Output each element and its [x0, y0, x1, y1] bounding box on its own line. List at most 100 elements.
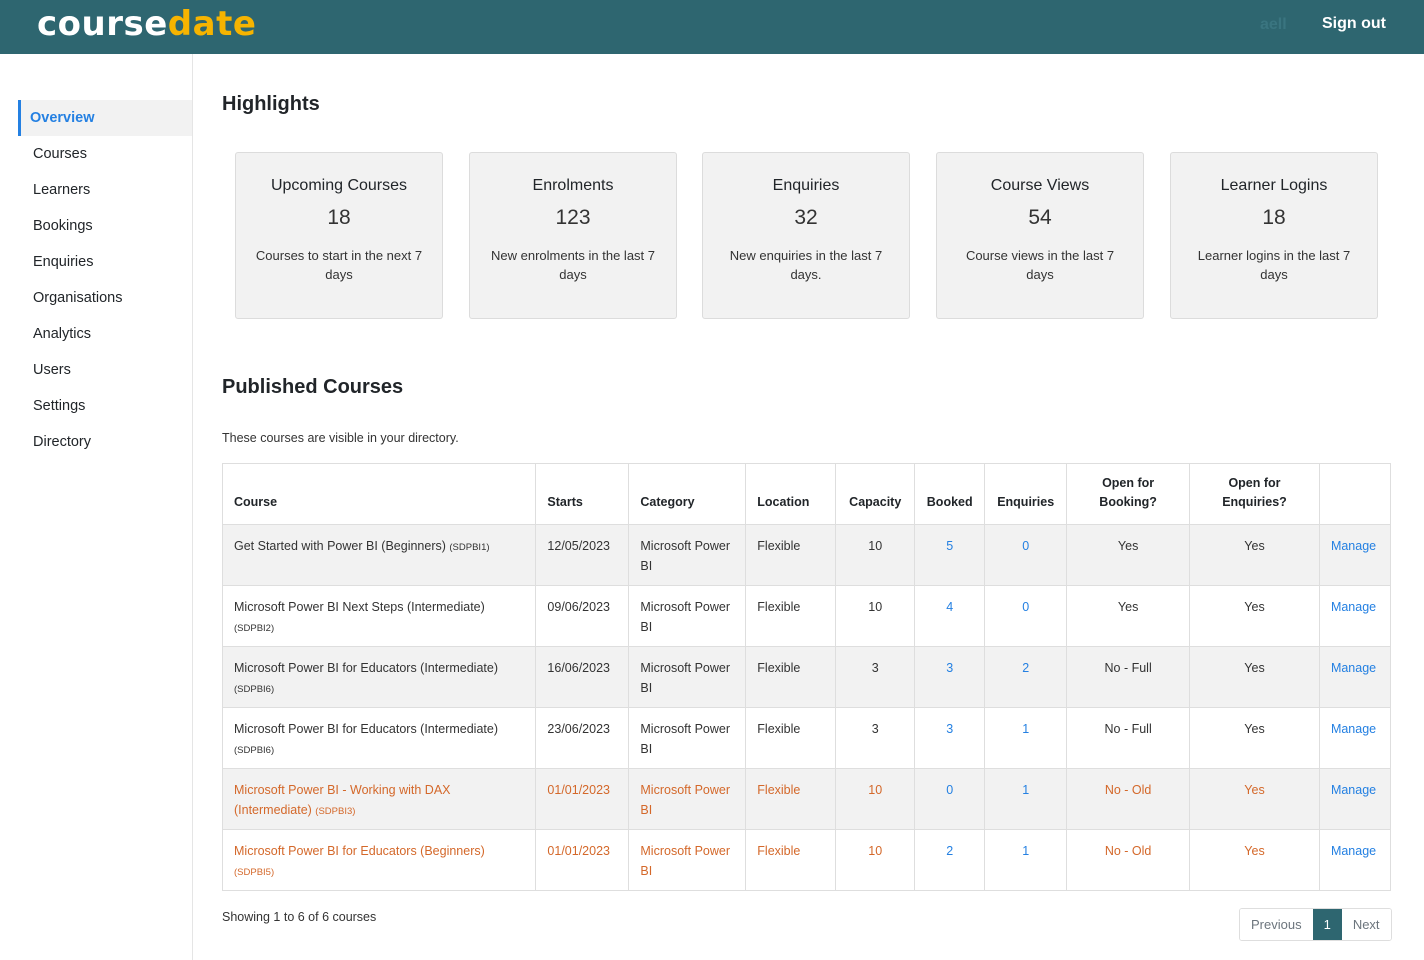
- col-header-booked[interactable]: Booked: [914, 463, 986, 525]
- cell-enquiries: 2: [984, 646, 1068, 708]
- card-description: New enrolments in the last 7 days: [490, 248, 656, 282]
- sidebar-item-organisations[interactable]: Organisations: [18, 280, 192, 316]
- card-value: 54: [1028, 206, 1052, 229]
- col-header-location[interactable]: Location: [745, 463, 837, 525]
- card-title: Course Views: [990, 177, 1090, 194]
- cell-category: Microsoft Power BI: [628, 585, 747, 647]
- sidebar-item-directory[interactable]: Directory: [18, 424, 192, 460]
- card-value: 18: [1262, 206, 1286, 229]
- card-upcoming-courses: Upcoming Courses 18 Courses to start in …: [235, 152, 443, 319]
- booked-link[interactable]: 2: [946, 844, 953, 858]
- cell-enquiries: 1: [984, 707, 1068, 769]
- cell-capacity: 10: [835, 524, 916, 586]
- col-header-course[interactable]: Course: [221, 463, 537, 525]
- course-code: (SDPBI3): [315, 805, 356, 817]
- cell-capacity: 10: [835, 585, 916, 647]
- cell-booked: 5: [914, 524, 986, 586]
- sidebar-item-analytics[interactable]: Analytics: [18, 316, 192, 352]
- table-row: Microsoft Power BI for Educators (Interm…: [221, 707, 1392, 769]
- col-header-open-enquiries[interactable]: Open for Enquiries?: [1189, 463, 1320, 525]
- booked-link[interactable]: 5: [946, 539, 953, 553]
- manage-link[interactable]: Manage: [1331, 600, 1376, 614]
- table-row: Microsoft Power BI - Working with DAX (I…: [221, 768, 1392, 830]
- enquiries-link[interactable]: 1: [1022, 783, 1029, 797]
- enquiries-link[interactable]: 1: [1022, 844, 1029, 858]
- sign-out-link[interactable]: Sign out: [1322, 15, 1386, 33]
- sidebar-item-bookings[interactable]: Bookings: [18, 208, 192, 244]
- course-code: (SDPBI6): [234, 683, 275, 695]
- manage-link[interactable]: Manage: [1331, 783, 1376, 797]
- booked-link[interactable]: 0: [946, 783, 953, 797]
- enquiries-link[interactable]: 1: [1022, 722, 1029, 736]
- card-title: Upcoming Courses: [270, 177, 408, 194]
- cell-capacity: 3: [835, 646, 916, 708]
- cell-actions: Manage: [1318, 768, 1392, 830]
- col-header-actions: [1318, 463, 1392, 525]
- cell-open-enquiries: Yes: [1189, 829, 1320, 891]
- sidebar-item-enquiries[interactable]: Enquiries: [18, 244, 192, 280]
- course-name: Microsoft Power BI for Educators (Beginn…: [234, 844, 485, 858]
- enquiries-link[interactable]: 0: [1022, 600, 1029, 614]
- card-learner-logins: Learner Logins 18 Learner logins in the …: [1170, 152, 1378, 319]
- card-value: 123: [555, 206, 591, 229]
- card-enrolments: Enrolments 123 New enrolments in the las…: [469, 152, 677, 319]
- pagination-page-1[interactable]: 1: [1312, 909, 1342, 940]
- booked-link[interactable]: 3: [946, 722, 953, 736]
- sidebar-item-courses[interactable]: Courses: [18, 136, 192, 172]
- logo[interactable]: coursedate: [37, 4, 256, 44]
- col-header-enquiries[interactable]: Enquiries: [984, 463, 1068, 525]
- card-value: 32: [794, 206, 818, 229]
- table-info: Showing 1 to 6 of 6 courses: [222, 910, 377, 924]
- cell-course: Get Started with Power BI (Beginners) (S…: [221, 524, 537, 586]
- cell-actions: Manage: [1318, 829, 1392, 891]
- card-enquiries: Enquiries 32 New enquiries in the last 7…: [702, 152, 910, 319]
- col-header-starts[interactable]: Starts: [535, 463, 630, 525]
- cell-location: Flexible: [745, 707, 837, 769]
- col-header-open-booking[interactable]: Open for Booking?: [1066, 463, 1191, 525]
- col-header-category[interactable]: Category: [628, 463, 747, 525]
- cell-course: Microsoft Power BI Next Steps (Intermedi…: [221, 585, 537, 647]
- table-row: Microsoft Power BI for Educators (Beginn…: [221, 829, 1392, 891]
- card-course-views: Course Views 54 Course views in the last…: [936, 152, 1144, 319]
- cell-actions: Manage: [1318, 524, 1392, 586]
- sidebar-nav: Overview Courses Learners Bookings Enqui…: [18, 100, 192, 460]
- enquiries-link[interactable]: 0: [1022, 539, 1029, 553]
- cell-starts: 16/06/2023: [535, 646, 630, 708]
- course-name: Get Started with Power BI (Beginners): [234, 539, 446, 553]
- sidebar-item-users[interactable]: Users: [18, 352, 192, 388]
- cell-booked: 0: [914, 768, 986, 830]
- card-description: New enquiries in the last 7 days.: [729, 248, 883, 282]
- booked-link[interactable]: 3: [946, 661, 953, 675]
- course-name: Microsoft Power BI Next Steps (Intermedi…: [234, 600, 485, 614]
- course-code: (SDPBI6): [234, 744, 275, 756]
- manage-link[interactable]: Manage: [1331, 722, 1376, 736]
- card-value: 18: [327, 206, 351, 229]
- course-code: (SDPBI5): [234, 866, 275, 878]
- cell-open-enquiries: Yes: [1189, 768, 1320, 830]
- manage-link[interactable]: Manage: [1331, 844, 1376, 858]
- col-header-capacity[interactable]: Capacity: [835, 463, 916, 525]
- pagination: Previous 1 Next: [1239, 908, 1392, 941]
- table-row: Microsoft Power BI for Educators (Interm…: [221, 646, 1392, 708]
- highlight-cards: Upcoming Courses 18 Courses to start in …: [235, 152, 1378, 319]
- enquiries-link[interactable]: 2: [1022, 661, 1029, 675]
- sidebar-item-overview[interactable]: Overview: [18, 100, 192, 136]
- pagination-previous[interactable]: Previous: [1240, 909, 1313, 940]
- published-courses-table: Course Starts Category Location Capacity…: [221, 463, 1392, 891]
- sidebar-item-settings[interactable]: Settings: [18, 388, 192, 424]
- manage-link[interactable]: Manage: [1331, 539, 1376, 553]
- cell-location: Flexible: [745, 768, 837, 830]
- top-navbar: coursedate aell Sign out: [0, 0, 1424, 54]
- cell-starts: 09/06/2023: [535, 585, 630, 647]
- pagination-next[interactable]: Next: [1341, 909, 1391, 940]
- table-header-row: Course Starts Category Location Capacity…: [221, 463, 1392, 525]
- cell-course: Microsoft Power BI - Working with DAX (I…: [221, 768, 537, 830]
- cell-location: Flexible: [745, 524, 837, 586]
- cell-open-booking: Yes: [1066, 524, 1191, 586]
- manage-link[interactable]: Manage: [1331, 661, 1376, 675]
- sidebar-item-learners[interactable]: Learners: [18, 172, 192, 208]
- booked-link[interactable]: 4: [946, 600, 953, 614]
- cell-enquiries: 1: [984, 768, 1068, 830]
- published-courses-subtitle: These courses are visible in your direct…: [222, 431, 459, 445]
- course-name: Microsoft Power BI for Educators (Interm…: [234, 722, 498, 736]
